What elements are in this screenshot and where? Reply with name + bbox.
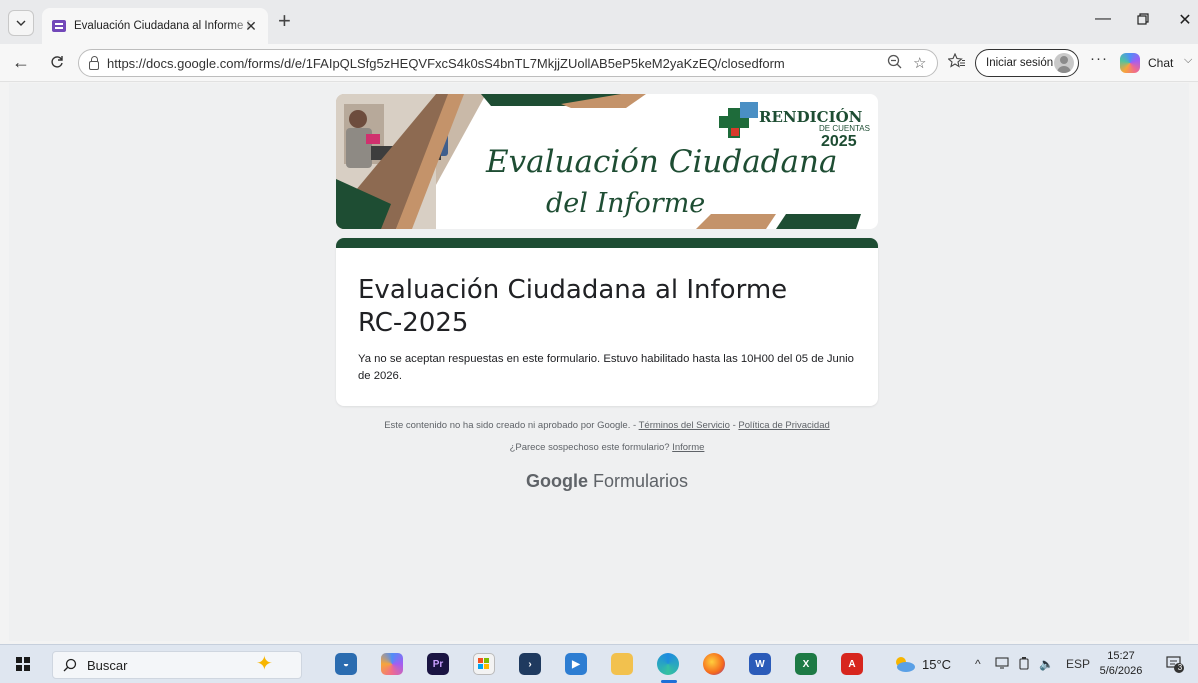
banner-graphic: Evaluación Ciudadana del Informe RENDICI… [336,94,870,229]
notification-count: 3 [1177,663,1183,672]
refresh-icon[interactable] [46,52,68,73]
google-forms-logo[interactable]: Google Formularios [336,471,878,492]
privacy-link[interactable]: Política de Privacidad [738,420,829,431]
terms-link[interactable]: Términos del Servicio [639,420,730,431]
chat-label[interactable]: Chat [1148,56,1173,70]
copilot-sparkle-icon[interactable]: ✦ [256,651,273,676]
search-label: Buscar [87,657,128,673]
close-window-icon[interactable]: ✕ [1170,10,1198,30]
terminal-app-icon[interactable]: › [519,653,541,675]
chevron-down-icon [16,20,26,26]
favorite-star-icon[interactable]: ☆ [913,54,926,72]
notification-icon[interactable]: 3 [1166,655,1184,673]
clock-date: 5/6/2026 [1099,665,1143,677]
photos-app-icon[interactable]: ◒ [335,653,357,675]
copilot-icon[interactable] [1120,53,1140,73]
search-icon [63,658,77,672]
signin-label: Iniciar sesión [986,57,1054,69]
form-closed-message: Ya no se aceptan respuestas en este form… [358,353,854,382]
zoom-icon[interactable] [887,54,902,73]
edge-browser-icon[interactable] [657,653,679,675]
chevron-down-icon[interactable]: ⌵ [1184,54,1192,67]
restore-icon[interactable] [1128,10,1158,30]
avatar-icon [1054,53,1074,73]
banner-script-line1: Evaluación Ciudadana [485,144,837,180]
acrobat-app-icon[interactable]: A [841,653,863,675]
minimize-icon[interactable]: — [1088,10,1118,28]
card-accent-bar [336,238,878,248]
footer-report: ¿Parece sospechoso este formulario? Info… [336,442,878,453]
microsoft-store-icon[interactable] [473,653,495,675]
premiere-pro-icon[interactable]: Pr [427,653,449,675]
copilot-app-icon[interactable] [381,653,403,675]
forms-wordmark: Formularios [592,471,689,491]
browser-tab-active[interactable]: Evaluación Ciudadana al Informe RC ✕ [42,8,268,44]
form-title: Evaluación Ciudadana al Informe RC-2025 [358,275,788,338]
system-clock[interactable]: 15:27 5/6/2026 [1098,649,1144,679]
language-indicator[interactable]: ESP [1066,657,1090,671]
cloudy-weather-icon[interactable] [893,655,915,673]
google-wordmark: Google [525,471,588,491]
media-player-icon[interactable]: ▶ [565,653,587,675]
url-text: https://docs.google.com/forms/d/e/1FAIpQ… [107,55,785,71]
favorites-icon[interactable] [947,52,966,73]
windows-start-icon[interactable] [16,657,30,671]
tab-list-button[interactable] [8,10,34,36]
banner-brand-sub: DE CUENTAS [819,124,870,133]
disclaimer-text: Este contenido no ha sido creado ni apro… [384,420,639,431]
form-header-banner: Evaluación Ciudadana del Informe RENDICI… [336,94,878,229]
battery-icon[interactable] [1018,657,1030,673]
banner-script-line2: del Informe [546,188,705,219]
report-link[interactable]: Informe [672,442,704,453]
new-tab-icon[interactable]: + [278,10,291,32]
tab-strip: Evaluación Ciudadana al Informe RC ✕ + —… [0,0,1198,44]
form-closed-card: Evaluación Ciudadana al Informe RC-2025 … [336,238,878,406]
windows-taskbar: Buscar ✦ ◒ Pr › ▶ W X A 15°C ^ 🔈 ESP 15:… [0,644,1198,683]
network-icon[interactable] [995,657,1009,672]
file-explorer-icon[interactable] [611,653,633,675]
volume-icon[interactable]: 🔈 [1039,657,1054,671]
google-forms-favicon-icon [52,20,66,32]
footer-disclaimer: Este contenido no ha sido creado ni apro… [336,420,878,431]
tab-title: Evaluación Ciudadana al Informe RC [74,20,254,32]
banner-brand-year: 2025 [821,133,857,150]
suspicious-text: ¿Parece sospechoso este formulario? [509,442,673,453]
word-app-icon[interactable]: W [749,653,771,675]
signin-button[interactable]: Iniciar sesión [975,49,1079,77]
chevron-up-icon[interactable]: ^ [975,657,981,671]
temperature[interactable]: 15°C [922,657,951,672]
firefox-icon[interactable] [703,653,725,675]
browser-toolbar: ← https://docs.google.com/forms/d/e/1FAI… [0,44,1198,82]
tab-close-icon[interactable]: ✕ [242,17,260,35]
excel-app-icon[interactable]: X [795,653,817,675]
clock-time: 15:27 [1107,650,1135,662]
site-info-icon[interactable] [89,55,99,70]
address-bar[interactable]: https://docs.google.com/forms/d/e/1FAIpQ… [78,49,938,77]
more-options-icon[interactable]: ··· [1090,50,1108,67]
back-arrow-icon[interactable]: ← [10,52,32,72]
